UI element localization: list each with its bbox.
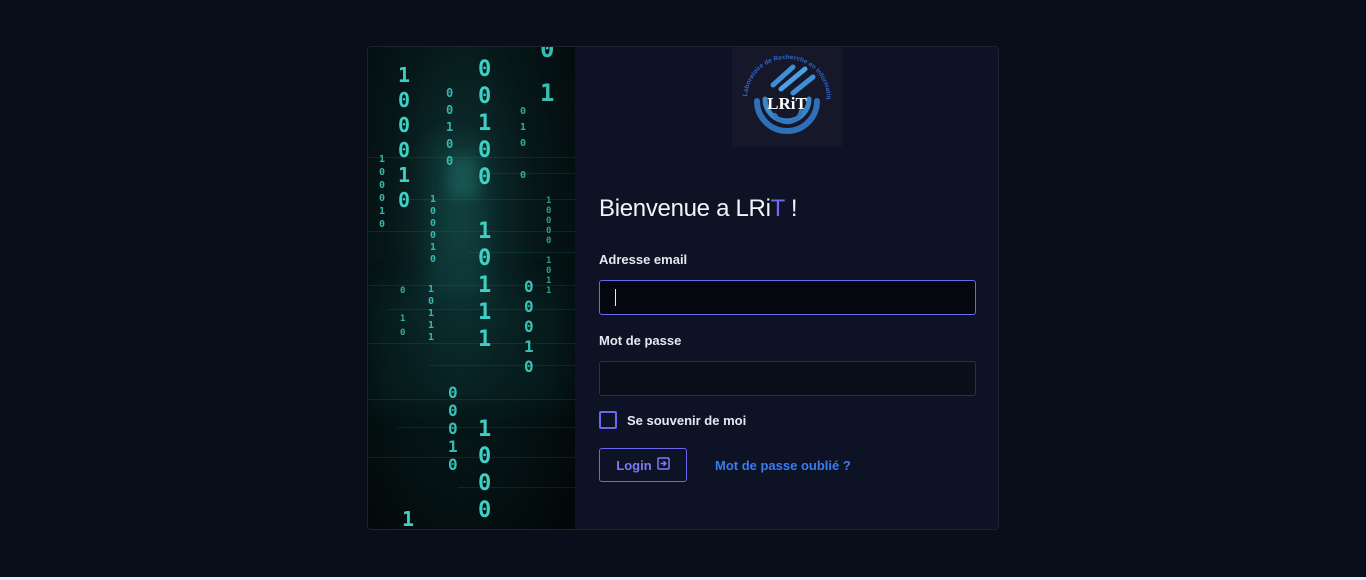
remember-me-checkbox[interactable]: [599, 411, 617, 429]
logo-text: LRiT: [767, 94, 807, 113]
remember-me-label[interactable]: Se souvenir de moi: [627, 413, 746, 428]
welcome-heading: Bienvenue a LRiT !: [599, 195, 798, 223]
lrit-logo: Laboratoire de Recherche en Informatique…: [732, 47, 842, 147]
welcome-text: Bienvenue a LRi: [599, 195, 771, 222]
login-button[interactable]: Login: [599, 448, 687, 482]
text-caret: [615, 289, 616, 306]
forgot-password-link[interactable]: Mot de passe oublié ?: [715, 458, 851, 473]
welcome-accent-letter: T: [770, 195, 785, 222]
login-button-label: Login: [616, 457, 652, 473]
email-input[interactable]: [599, 280, 976, 315]
welcome-exclamation: !: [784, 195, 798, 222]
binary-matrix-illustration: 100010 100010 00100 00100 10111 01 010 0…: [368, 47, 575, 529]
email-label: Adresse email: [599, 252, 688, 267]
password-input[interactable]: [599, 361, 976, 396]
login-form: Laboratoire de Recherche en Informatique…: [575, 47, 998, 529]
login-card: 100010 100010 00100 00100 10111 01 010 0…: [367, 46, 999, 530]
password-label: Mot de passe: [599, 333, 682, 348]
login-enter-icon: [656, 457, 670, 473]
